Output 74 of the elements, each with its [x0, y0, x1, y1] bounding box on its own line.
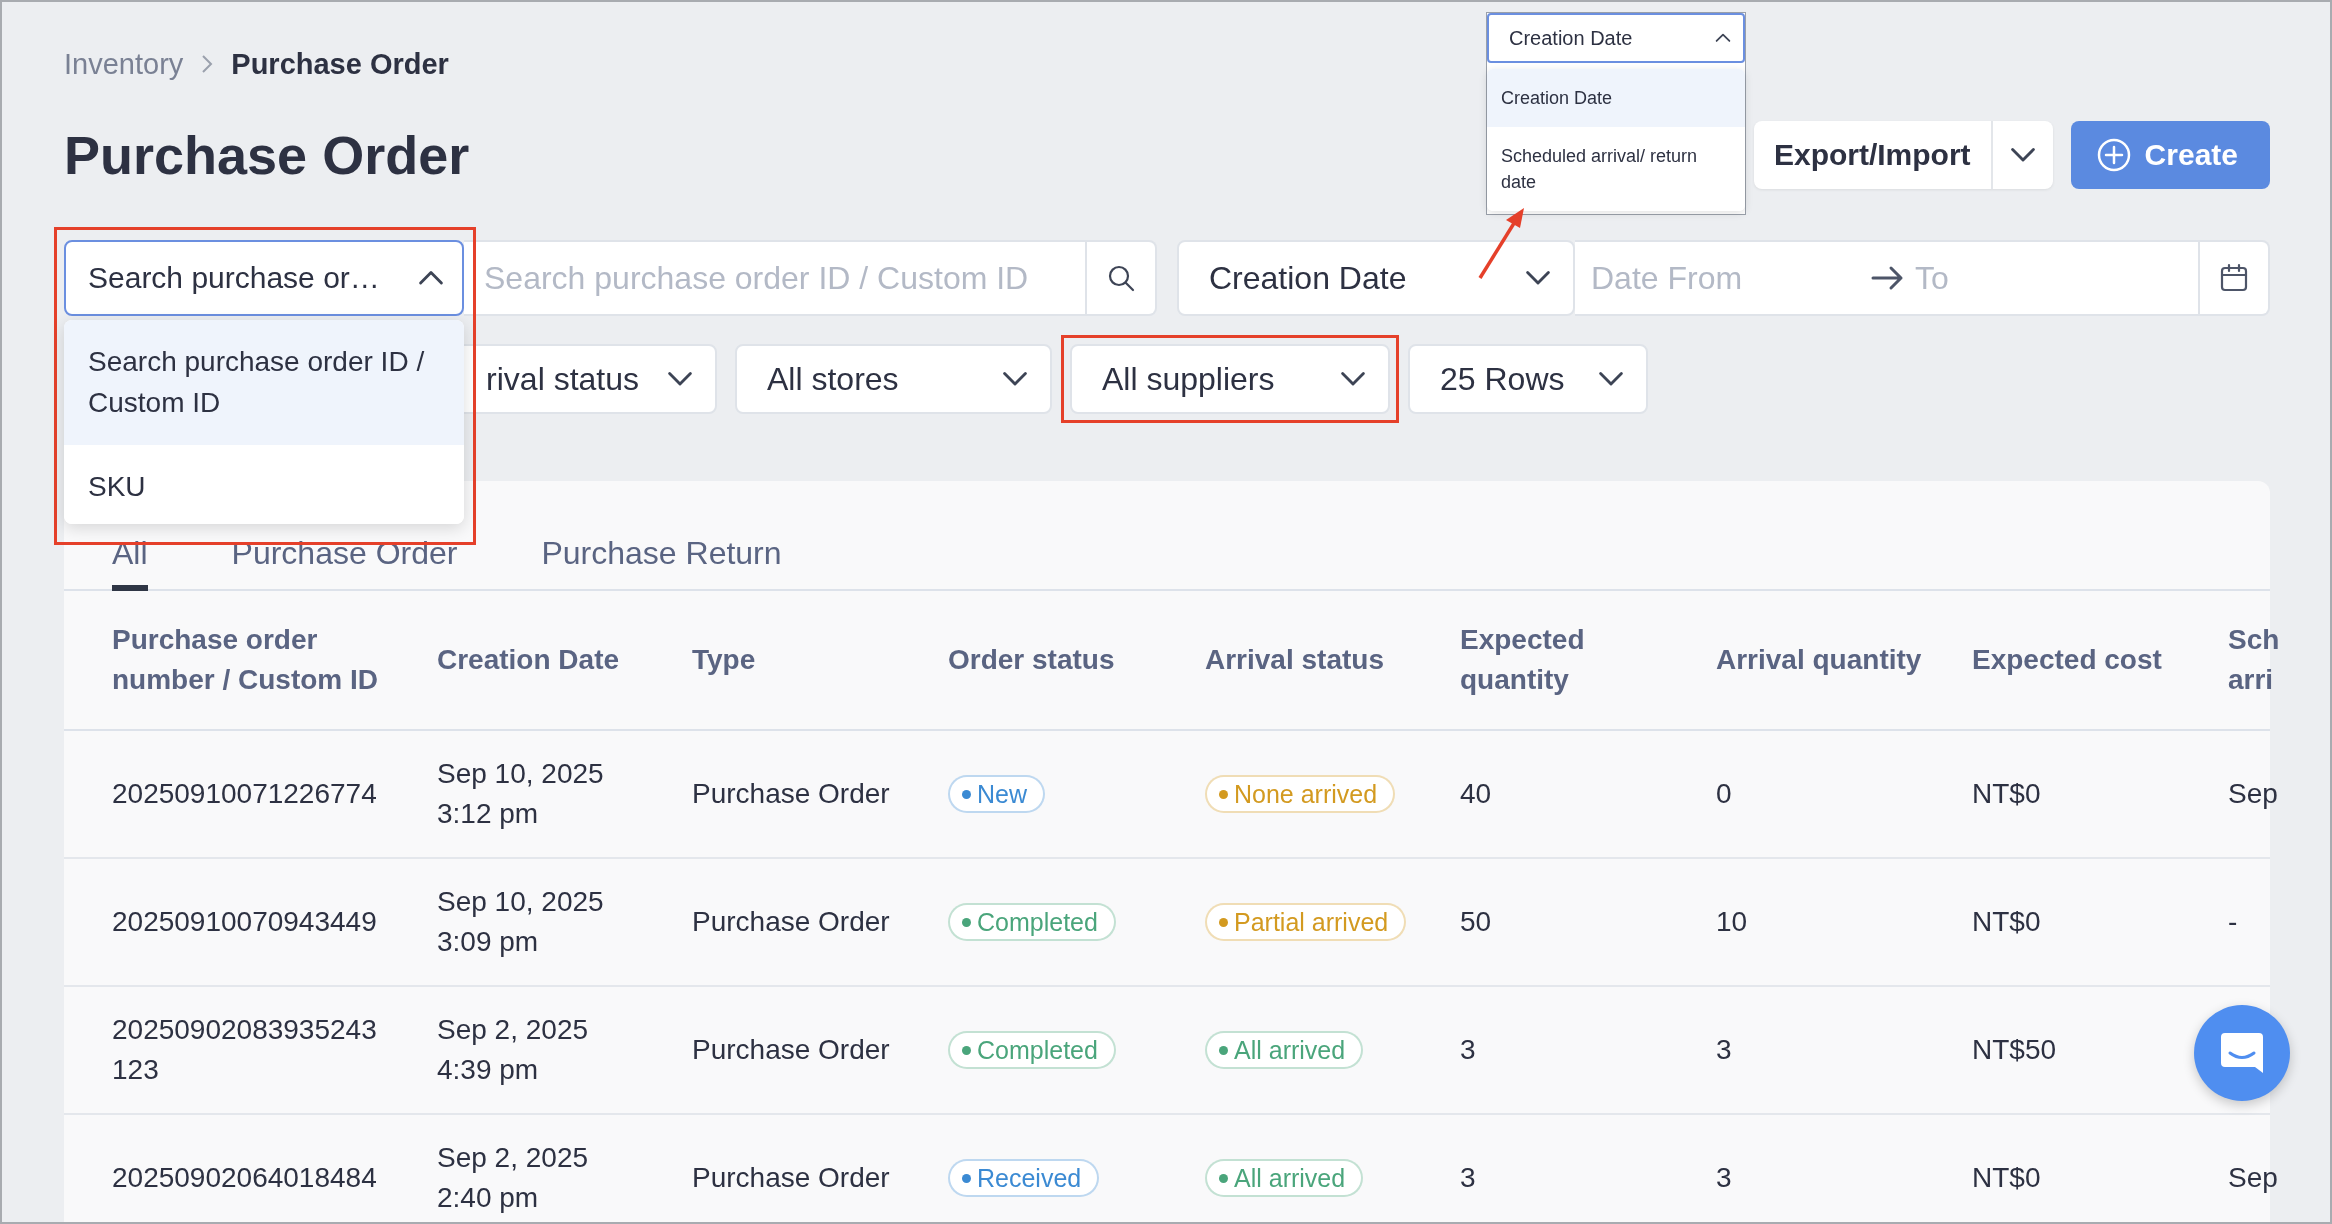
arrow-right-icon	[1871, 265, 1905, 291]
table-cell-text: NT$0	[1972, 905, 2042, 939]
table-cell-text: 50	[1460, 905, 1493, 939]
page-title: Purchase Order	[64, 124, 470, 186]
tab[interactable]: Purchase Return	[541, 481, 782, 591]
table-cell-text: Purchase Order	[692, 777, 891, 811]
search-field[interactable]: Search purchase order ID / Custom ID	[464, 240, 1087, 316]
plus-circle-icon	[2096, 138, 2131, 172]
table-cell-text: Sep 2, 2025 2:40 pm	[437, 1141, 590, 1215]
table-cell-text: 20250902083935243 123	[112, 1013, 378, 1087]
arrival-status-badge: All arrived	[1205, 1159, 1364, 1197]
chevron-down-icon	[2009, 147, 2036, 163]
column-header: Order status	[948, 643, 1116, 677]
table-cell-text: Sep 10, 2025 3:09 pm	[437, 885, 605, 959]
arrival-status-badge: All arrived	[1205, 1031, 1364, 1069]
table-cell-text: Purchase Order	[692, 1161, 891, 1195]
table-cell-text: 3	[1460, 1033, 1477, 1067]
chevron-down-icon	[667, 371, 693, 387]
menu-option[interactable]: SKU	[64, 445, 464, 524]
menu-option[interactable]: Scheduled arrival/ return date	[1487, 127, 1745, 212]
table-cell-text: Purchase Order	[692, 905, 891, 939]
table-cell-text: 3	[1716, 1161, 1733, 1195]
table-cell-text: 20250902064018484	[112, 1161, 378, 1195]
table-cell-text: 3	[1460, 1161, 1477, 1195]
search-icon	[1106, 263, 1136, 293]
column-header: Expected quantity	[1460, 623, 1586, 697]
date-type-select[interactable]: Creation Date	[1487, 13, 1745, 63]
order-status-badge: New	[948, 775, 1045, 813]
date-from-placeholder: Date From	[1591, 259, 1744, 297]
column-header: Expected cost	[1972, 643, 2163, 677]
order-status-badge: Completed	[948, 903, 1116, 941]
search-button[interactable]	[1087, 240, 1157, 316]
menu-option[interactable]: Search purchase order ID / Custom ID	[64, 320, 464, 446]
filter-select[interactable]: All stores	[735, 344, 1052, 414]
search-type-select[interactable]: Search purchase or…	[64, 240, 464, 316]
filter-select[interactable]: 25 Rows	[1408, 344, 1648, 414]
breadcrumb-current: Purchase Order	[231, 47, 449, 81]
table-cell-text: 40	[1460, 777, 1493, 811]
chevron-up-icon	[1715, 33, 1731, 43]
filter-select[interactable]: All suppliers	[1070, 344, 1390, 414]
menu-option[interactable]: Creation Date	[1487, 69, 1745, 128]
column-header: Purchase order number / Custom ID	[112, 623, 379, 697]
table-cell-text: 20250910071226774	[112, 777, 378, 811]
table-cell-text: 0	[1716, 777, 1733, 811]
column-header: Arrival quantity	[1716, 643, 1923, 677]
order-status-badge: Completed	[948, 1031, 1116, 1069]
column-header: Arrival status	[1205, 643, 1385, 677]
arrival-status-badge: None arrived	[1205, 775, 1396, 813]
chat-icon	[2219, 1031, 2265, 1075]
date-type-select[interactable]: Creation Date	[1177, 240, 1575, 316]
column-header: Type	[692, 643, 757, 677]
table-cell-text: NT$0	[1972, 1161, 2042, 1195]
date-to-placeholder: To	[1915, 259, 1949, 297]
table-cell-text: Sep 2, 2025 4:39 pm	[437, 1013, 590, 1087]
chevron-down-icon	[1525, 270, 1551, 286]
table-cell-text: 10	[1716, 905, 1749, 939]
chevron-down-icon	[1598, 371, 1624, 387]
calendar-button[interactable]	[2200, 240, 2270, 316]
calendar-icon	[2219, 263, 2249, 293]
table-cell-text: -	[2228, 905, 2239, 939]
chevron-up-icon	[418, 270, 444, 286]
column-header: Creation Date	[437, 643, 621, 677]
chevron-down-icon	[1002, 371, 1028, 387]
order-status-badge: Received	[948, 1159, 1100, 1197]
table-cell-text: Sep 10, 2025 3:12 pm	[437, 757, 605, 831]
table-cell-text: NT$0	[1972, 777, 2042, 811]
export-import-button[interactable]: Export/Import	[1753, 121, 1993, 189]
table-cell-text: 20250910070943449	[112, 905, 378, 939]
chevron-right-icon	[201, 54, 214, 74]
table-cell-text: Purchase Order	[692, 1033, 891, 1067]
table-cell-text: NT$50	[1972, 1033, 2058, 1067]
arrival-status-badge: Partial arrived	[1205, 903, 1407, 941]
chevron-down-icon	[1340, 371, 1366, 387]
table-cell-text: 3	[1716, 1033, 1733, 1067]
